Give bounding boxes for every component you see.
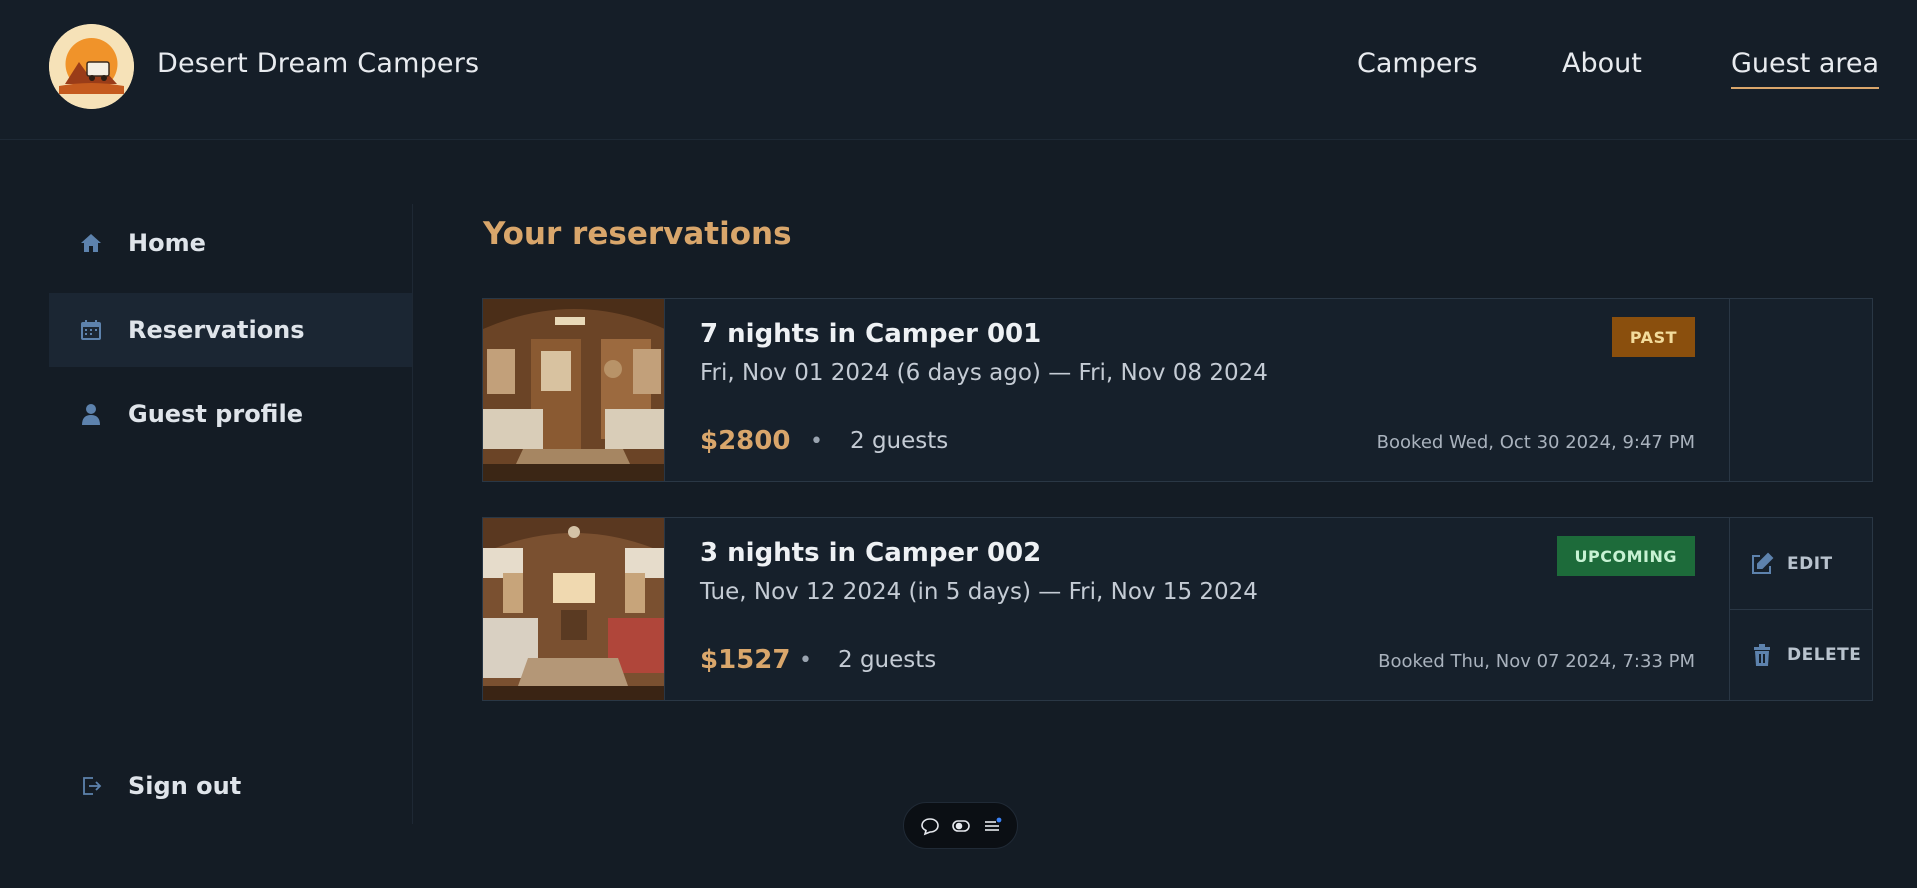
sidebar-divider: [412, 204, 413, 824]
reservation-booked-date: Booked Thu, Nov 07 2024, 7:33 PM: [1378, 651, 1695, 672]
nav-campers[interactable]: Campers: [1357, 48, 1478, 79]
sidebar-item-label: Reservations: [128, 316, 305, 344]
nav-guest-area[interactable]: Guest area: [1731, 48, 1880, 89]
nav-about[interactable]: About: [1562, 48, 1642, 79]
reservation-guests: 2 guests: [850, 428, 949, 454]
sidebar-item-reservations[interactable]: Reservations: [49, 293, 412, 367]
status-badge: UPCOMING: [1556, 536, 1695, 576]
reservation-price: $1527: [700, 645, 791, 675]
reservation-actions: [1729, 299, 1872, 481]
trash-icon: [1749, 642, 1775, 668]
delete-button[interactable]: DELETE: [1730, 609, 1872, 700]
page-title: Your reservations: [483, 216, 792, 252]
pencil-icon: [1749, 551, 1775, 577]
edit-button[interactable]: EDIT: [1730, 518, 1872, 609]
status-badge: PAST: [1611, 317, 1695, 357]
reservation-dates: Fri, Nov 01 2024 (6 days ago) — Fri, Nov…: [700, 360, 1268, 386]
site-header: Desert Dream Campers Campers About Guest…: [0, 0, 1917, 140]
reservation-card: 3 nights in Camper 002 Tue, Nov 12 2024 …: [482, 517, 1873, 701]
sidebar-item-home[interactable]: Home: [49, 206, 412, 280]
sidebar-item-label: Home: [128, 229, 206, 257]
sidebar-item-guest-profile[interactable]: Guest profile: [49, 377, 412, 451]
edit-label: EDIT: [1787, 553, 1833, 574]
sign-out-label: Sign out: [128, 772, 242, 800]
home-icon: [78, 230, 104, 256]
reservation-actions: EDIT DELETE: [1729, 518, 1872, 700]
separator-dot: •: [810, 429, 823, 454]
brand-name[interactable]: Desert Dream Campers: [157, 48, 479, 79]
reservation-title: 3 nights in Camper 002: [700, 538, 1042, 568]
sign-out-icon: [78, 773, 104, 799]
sidebar-item-label: Guest profile: [128, 400, 303, 428]
sign-out-button[interactable]: Sign out: [49, 749, 412, 823]
calendar-icon: [78, 317, 104, 343]
menu-icon[interactable]: [982, 816, 1002, 836]
reservation-title: 7 nights in Camper 001: [700, 319, 1042, 349]
reservation-booked-date: Booked Wed, Oct 30 2024, 9:47 PM: [1376, 432, 1695, 453]
reservation-price: $2800: [700, 426, 791, 456]
user-icon: [78, 401, 104, 427]
camper-thumbnail[interactable]: [483, 299, 665, 481]
reservation-guests: 2 guests: [838, 647, 937, 673]
camper-thumbnail[interactable]: [483, 518, 665, 700]
floating-toolbar: [903, 802, 1018, 849]
reservation-card: 7 nights in Camper 001 Fri, Nov 01 2024 …: [482, 298, 1873, 482]
separator-dot: •: [799, 648, 812, 673]
eye-toggle-icon[interactable]: [951, 816, 971, 836]
reservation-dates: Tue, Nov 12 2024 (in 5 days) — Fri, Nov …: [700, 579, 1258, 605]
delete-label: DELETE: [1787, 645, 1862, 665]
chat-bubble-icon[interactable]: [920, 816, 940, 836]
brand-logo[interactable]: [49, 24, 134, 109]
